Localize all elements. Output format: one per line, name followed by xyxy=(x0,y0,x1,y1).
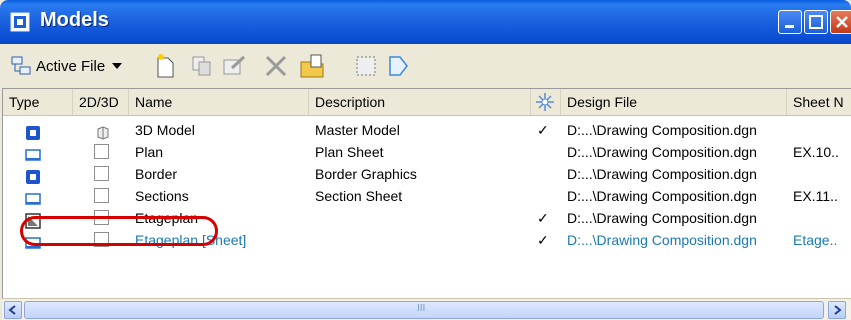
close-button[interactable] xyxy=(830,10,851,34)
model-name: 3D Model xyxy=(135,122,195,138)
minimize-icon xyxy=(785,25,794,28)
table-row[interactable]: Border Border Graphics D:...\Drawing Com… xyxy=(3,163,851,185)
design-file: D:...\Drawing Composition.dgn xyxy=(567,144,757,160)
model-description: Border Graphics xyxy=(315,166,417,182)
column-header-design-file[interactable]: Design File xyxy=(561,89,787,115)
models-window: Models Active File Type 2D/3D Name Descr… xyxy=(0,0,851,320)
column-header-description[interactable]: Description xyxy=(309,89,531,115)
new-model-button[interactable] xyxy=(155,44,177,88)
table-row[interactable]: Sections Section Sheet D:...\Drawing Com… xyxy=(3,185,851,207)
properties-icon xyxy=(223,55,246,75)
list-header: Type 2D/3D Name Description Design File … xyxy=(3,89,851,116)
sheet-number: EX.10.. xyxy=(793,144,839,160)
active-check: ✓ xyxy=(537,210,549,226)
model-description: Master Model xyxy=(315,122,400,138)
scroll-left-button[interactable] xyxy=(4,301,22,319)
window-icon xyxy=(10,12,30,32)
window-title: Models xyxy=(40,9,109,31)
2d-box-icon xyxy=(94,166,109,181)
copy-model-button[interactable] xyxy=(190,44,214,88)
sheet-icon xyxy=(389,56,408,76)
active-check: ✓ xyxy=(537,122,549,138)
column-header-type[interactable]: Type xyxy=(3,89,73,115)
scroll-thumb[interactable]: III xyxy=(24,301,824,319)
copy-model-icon xyxy=(192,56,211,76)
new-model-icon xyxy=(157,54,174,78)
column-header-active[interactable] xyxy=(531,89,561,115)
sheet-model-button[interactable] xyxy=(386,44,410,88)
active-file-label: Active File xyxy=(36,57,106,75)
model-name: Sections xyxy=(135,188,189,204)
design-file: D:...\Drawing Composition.dgn xyxy=(567,122,757,138)
model-description: Plan Sheet xyxy=(315,144,384,160)
dropdown-icon xyxy=(112,63,123,69)
active-column-icon xyxy=(536,93,554,111)
model-description: Section Sheet xyxy=(315,188,403,204)
scroll-right-button[interactable] xyxy=(828,301,846,319)
2d-box-icon xyxy=(94,144,109,159)
import-model-button[interactable] xyxy=(299,44,327,88)
model-properties-button[interactable] xyxy=(222,44,248,88)
maximize-icon xyxy=(809,15,823,29)
design-file: D:...\Drawing Composition.dgn xyxy=(567,188,757,204)
select-model-button[interactable] xyxy=(354,44,378,88)
design-file: D:...\Drawing Composition.dgn xyxy=(567,210,757,226)
delete-model-button[interactable] xyxy=(264,44,288,88)
column-header-name[interactable]: Name xyxy=(129,89,309,115)
design-file: D:...\Drawing Composition.dgn xyxy=(567,166,757,182)
model-name: Plan xyxy=(135,144,164,160)
horizontal-scrollbar[interactable]: III xyxy=(2,298,851,320)
close-icon xyxy=(836,16,848,28)
table-row[interactable]: Plan Plan Sheet D:...\Drawing Compositio… xyxy=(3,141,851,163)
model-name: Border xyxy=(135,166,178,182)
models-icon xyxy=(11,56,31,75)
2d-box-icon xyxy=(94,188,109,203)
minimize-button[interactable] xyxy=(778,10,802,34)
active-file-selector[interactable]: Active File xyxy=(10,44,124,88)
sheet-number: Etage.. xyxy=(793,232,838,248)
chevron-left-icon xyxy=(8,305,16,315)
toolbar: Active File xyxy=(0,44,851,88)
highlight-ring xyxy=(20,216,218,246)
thumb-grip: III xyxy=(417,303,426,314)
chevron-right-icon xyxy=(834,305,842,315)
table-row[interactable]: 3D Model Master Model ✓ D:...\Drawing Co… xyxy=(3,119,851,141)
model-list: Type 2D/3D Name Description Design File … xyxy=(2,88,851,299)
delete-icon xyxy=(265,55,287,77)
active-check: ✓ xyxy=(537,232,549,248)
column-header-2d3d[interactable]: 2D/3D xyxy=(73,89,129,115)
sheet-number: EX.11.. xyxy=(793,188,838,204)
column-header-sheet[interactable]: Sheet N xyxy=(787,89,851,115)
import-icon xyxy=(300,54,324,78)
select-icon xyxy=(356,56,376,76)
maximize-button[interactable] xyxy=(804,10,828,34)
title-bar[interactable]: Models xyxy=(0,0,851,44)
design-file: D:...\Drawing Composition.dgn xyxy=(567,232,757,248)
